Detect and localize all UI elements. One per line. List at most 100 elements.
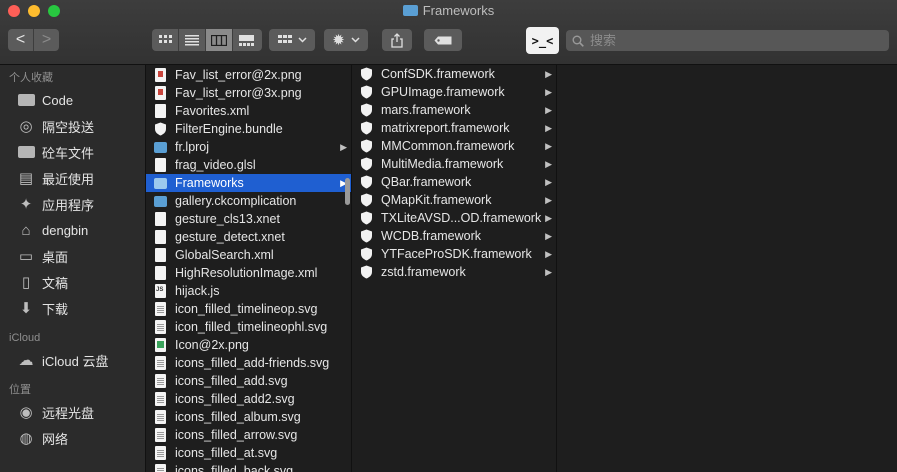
folder-icon: [154, 194, 167, 208]
gallery-view-button[interactable]: [233, 29, 260, 51]
folder-icon: [154, 140, 167, 154]
tag-icon: [434, 36, 452, 44]
file-icon: [154, 230, 167, 244]
file-icon: [154, 464, 167, 472]
gallery-icon: [239, 34, 254, 46]
file-row[interactable]: icons_filled_arrow.svg: [146, 426, 351, 444]
file-row[interactable]: zstd.framework ▶: [352, 263, 556, 281]
sidebar-item[interactable]: Code: [0, 87, 145, 113]
file-row[interactable]: icons_filled_back.svg: [146, 462, 351, 472]
sidebar-item[interactable]: ◉ 远程光盘: [0, 399, 145, 425]
file-row[interactable]: FilterEngine.bundle: [146, 120, 351, 138]
file-row[interactable]: icon_filled_timelineop.svg: [146, 300, 351, 318]
file-row[interactable]: GPUImage.framework ▶: [352, 83, 556, 101]
icon-view-button[interactable]: [152, 29, 179, 51]
view-mode-control: [152, 29, 262, 51]
search-icon: [572, 35, 584, 47]
file-row[interactable]: fr.lproj ▶: [146, 138, 351, 156]
file-name: gesture_cls13.xnet: [175, 212, 280, 226]
chevron-right-icon: ▶: [545, 141, 552, 151]
sidebar-item[interactable]: ▤ 最近使用: [0, 165, 145, 191]
action-button[interactable]: ✹: [324, 29, 368, 51]
recents-icon: ▤: [18, 170, 34, 187]
sidebar-item-label: 隔空投送: [42, 119, 95, 135]
file-row[interactable]: HighResolutionImage.xml: [146, 264, 351, 282]
file-row[interactable]: MMCommon.framework ▶: [352, 137, 556, 155]
file-icon: [154, 158, 167, 172]
file-row[interactable]: icons_filled_album.svg: [146, 408, 351, 426]
file-row[interactable]: hijack.js: [146, 282, 351, 300]
file-row[interactable]: Fav_list_error@2x.png: [146, 66, 351, 84]
file-name: icons_filled_add2.svg: [175, 392, 295, 406]
file-column-1[interactable]: Fav_list_error@2x.png Fav_list_error@3x.p…: [146, 65, 352, 472]
desktop-icon: ▭: [18, 248, 34, 265]
chevron-right-icon: ▶: [545, 177, 552, 187]
file-row[interactable]: MultiMedia.framework ▶: [352, 155, 556, 173]
sidebar-item[interactable]: 砼车文件: [0, 139, 145, 165]
file-row[interactable]: Frameworks ▶: [146, 174, 351, 192]
sidebar-item[interactable]: ▯ 文稿: [0, 269, 145, 295]
column-view-button[interactable]: [206, 29, 233, 51]
file-row[interactable]: Favorites.xml: [146, 102, 351, 120]
sidebar-item[interactable]: ☁ iCloud 云盘: [0, 347, 145, 373]
sidebar-item[interactable]: ⌂ dengbin: [0, 217, 145, 243]
file-row[interactable]: icons_filled_at.svg: [146, 444, 351, 462]
search-field[interactable]: [566, 30, 889, 51]
file-row[interactable]: WCDB.framework ▶: [352, 227, 556, 245]
file-row[interactable]: icons_filled_add2.svg: [146, 390, 351, 408]
file-row[interactable]: QBar.framework ▶: [352, 173, 556, 191]
list-view-button[interactable]: [179, 29, 206, 51]
file-row[interactable]: gesture_cls13.xnet: [146, 210, 351, 228]
forward-button[interactable]: >: [34, 29, 59, 51]
framework-icon: [154, 122, 167, 136]
file-row[interactable]: frag_video.glsl: [146, 156, 351, 174]
sidebar-item[interactable]: ◍ 网络: [0, 425, 145, 451]
chevron-left-icon: <: [15, 31, 26, 48]
file-icon: [154, 320, 167, 334]
sidebar-item-label: 网络: [42, 431, 69, 447]
file-row[interactable]: Icon@2x.png: [146, 336, 351, 354]
file-row[interactable]: YTFaceProSDK.framework ▶: [352, 245, 556, 263]
file-column-2[interactable]: ConfSDK.framework ▶ GPUImage.framework ▶ mar…: [352, 65, 557, 472]
window-title-text: Frameworks: [422, 3, 495, 18]
search-input[interactable]: [588, 32, 882, 49]
sidebar-item[interactable]: ✦ 应用程序: [0, 191, 145, 217]
back-button[interactable]: <: [8, 29, 34, 51]
framework-icon: [360, 67, 373, 81]
file-icon: [154, 410, 167, 424]
file-name: zstd.framework: [381, 265, 466, 279]
group-by-button[interactable]: [269, 29, 315, 51]
sidebar-item[interactable]: ⬇ 下载: [0, 295, 145, 321]
file-name: Fav_list_error@2x.png: [175, 68, 302, 82]
scrollbar-thumb[interactable]: [345, 178, 350, 205]
file-row[interactable]: TXLiteAVSD...OD.framework ▶: [352, 209, 556, 227]
file-name: YTFaceProSDK.framework: [381, 247, 532, 261]
file-row[interactable]: icon_filled_timelineophl.svg: [146, 318, 351, 336]
file-row[interactable]: GlobalSearch.xml: [146, 246, 351, 264]
chevron-right-icon: ▶: [545, 267, 552, 277]
tag-button[interactable]: [424, 29, 462, 51]
file-column-3[interactable]: [557, 65, 897, 472]
file-name: TXLiteAVSD...OD.framework: [381, 211, 542, 225]
file-row[interactable]: icons_filled_add.svg: [146, 372, 351, 390]
file-row[interactable]: ConfSDK.framework ▶: [352, 65, 556, 83]
file-row[interactable]: mars.framework ▶: [352, 101, 556, 119]
file-row[interactable]: matrixreport.framework ▶: [352, 119, 556, 137]
share-button[interactable]: [382, 29, 412, 51]
file-name: GPUImage.framework: [381, 85, 505, 99]
file-row[interactable]: gallery.ckcomplication: [146, 192, 351, 210]
file-name: icons_filled_arrow.svg: [175, 428, 298, 442]
file-row[interactable]: gesture_detect.xnet: [146, 228, 351, 246]
file-row[interactable]: Fav_list_error@3x.png: [146, 84, 351, 102]
chevron-right-icon: ▶: [545, 249, 552, 259]
downloads-icon: ⬇: [19, 300, 33, 317]
chevron-down-icon: [351, 37, 360, 43]
sidebar-item[interactable]: ▭ 桌面: [0, 243, 145, 269]
sidebar-item[interactable]: ◎ 隔空投送: [0, 113, 145, 139]
file-row[interactable]: icons_filled_add-friends.svg: [146, 354, 351, 372]
terminal-button[interactable]: >_<: [526, 27, 559, 54]
framework-icon: [360, 265, 373, 279]
sidebar-item-label: Code: [42, 92, 74, 108]
file-row[interactable]: QMapKit.framework ▶: [352, 191, 556, 209]
chevron-right-icon: >: [41, 31, 52, 48]
